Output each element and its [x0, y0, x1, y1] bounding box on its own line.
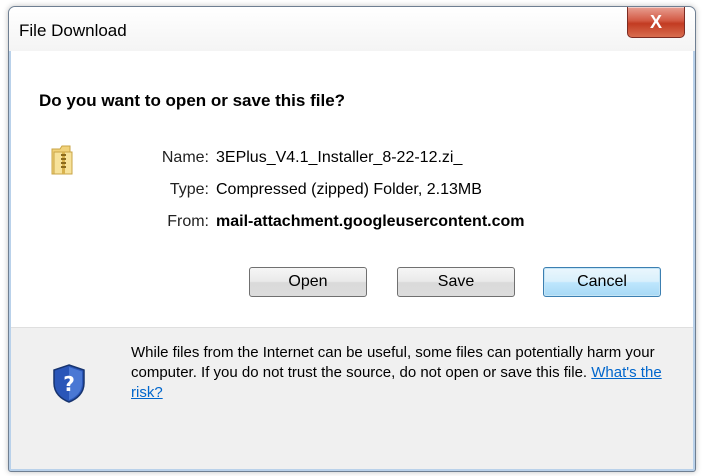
svg-text:?: ? [63, 372, 75, 396]
file-type-row: Type: Compressed (zipped) Folder, 2.13MB [11, 181, 693, 205]
file-name-value: 3EPlus_V4.1_Installer_8-22-12.zi_ [216, 149, 463, 166]
dialog-question: Do you want to open or save this file? [39, 91, 346, 110]
type-label: Type: [169, 181, 209, 198]
file-source-row: From: mail-attachment.googleusercontent.… [11, 213, 693, 237]
save-button[interactable]: Save [397, 267, 515, 297]
security-shield-question-icon: ? [53, 364, 85, 403]
close-button[interactable]: X [627, 7, 685, 38]
open-button[interactable]: Open [249, 267, 367, 297]
file-info-panel: Do you want to open or save this file? N… [11, 51, 693, 327]
dialog-body: Do you want to open or save this file? N… [11, 51, 693, 469]
from-label: From: [167, 213, 209, 230]
window-title: File Download [19, 21, 127, 40]
security-warning: While files from the Internet can be use… [131, 343, 671, 403]
file-source-value: mail-attachment.googleusercontent.com [216, 213, 525, 230]
file-type-value: Compressed (zipped) Folder, 2.13MB [216, 181, 482, 198]
file-download-dialog: File Download X Do you want to open or s… [8, 6, 696, 472]
close-icon: X [649, 11, 662, 32]
cancel-button[interactable]: Cancel [543, 267, 661, 297]
section-divider [11, 327, 693, 328]
warning-text: While files from the Internet can be use… [131, 344, 655, 381]
title-bar[interactable]: File Download X [9, 7, 695, 51]
name-label: Name: [161, 149, 209, 166]
file-name-row: Name: 3EPlus_V4.1_Installer_8-22-12.zi_ [11, 149, 693, 173]
